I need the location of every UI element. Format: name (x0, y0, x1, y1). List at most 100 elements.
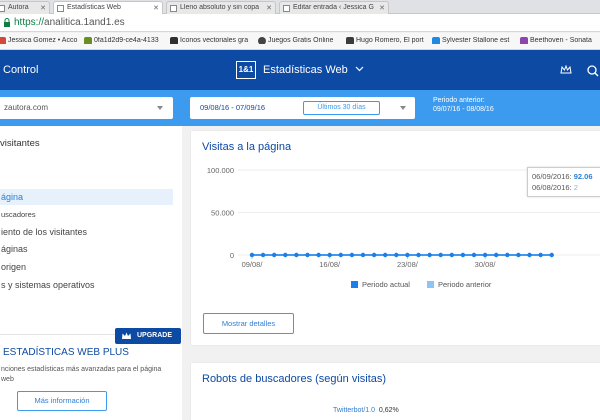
browser-tab-editar[interactable]: Editar entrada ‹ Jessica G ✕ (279, 1, 389, 14)
tab-label: Autora (8, 4, 29, 11)
search-icon[interactable] (587, 65, 599, 77)
data-point (305, 252, 310, 258)
data-point (260, 252, 266, 258)
browser-tab-strip: Autora ✕ Estadísticas Web ✕ Lleno absolu… (0, 0, 600, 15)
show-details-button[interactable]: Mostrar detalles (203, 313, 294, 334)
y-tick-label: 0 (230, 251, 234, 260)
bookmark-label: Hugo Romero, El port (356, 37, 424, 44)
page-favicon-icon (57, 5, 64, 12)
app-title[interactable]: Estadísticas Web (263, 64, 348, 76)
tooltip-line-previous: 06/08/2016: 2 (532, 182, 600, 193)
tooltip-date: 06/08/2016: (532, 183, 572, 192)
bookmark-item[interactable]: Sylvester Stallone est (432, 37, 514, 44)
sidebar-item-comportamiento[interactable]: iento de los visitantes (0, 224, 173, 240)
data-point (283, 252, 288, 258)
more-info-button[interactable]: Más información (17, 391, 107, 411)
tab-label: Lleno absoluto y sin copa (180, 4, 259, 11)
bookmark-item[interactable]: 0fa1d2d9-ce4a-4133 (84, 37, 164, 44)
robots-card-title: Robots de buscadores (según visitas) (202, 373, 387, 385)
legend-swatch (427, 281, 434, 288)
filter-bar: zautora.com 09/08/16 - 07/09/16 Últimos … (0, 90, 600, 126)
data-point (460, 252, 466, 258)
bookmark-label: Iconos vectoriales gra (180, 37, 249, 44)
bookmark-icon (258, 37, 266, 44)
caret-down-icon (157, 106, 163, 110)
data-point (449, 252, 454, 258)
data-point (360, 252, 366, 258)
sidebar: visitantes ágina uscadores iento de los … (0, 126, 182, 420)
sidebar-item-buscadores[interactable]: uscadores (0, 207, 173, 223)
data-point (416, 252, 421, 258)
data-point (294, 252, 299, 258)
bookmark-icon (432, 37, 440, 44)
data-point (538, 252, 543, 258)
close-tab-icon[interactable]: ✕ (153, 4, 159, 12)
legend-label: Periodo actual (362, 280, 410, 289)
sidebar-item-navegadores[interactable]: s y sistemas operativos (0, 277, 173, 293)
data-point (327, 252, 332, 258)
sidebar-item-paginas[interactable]: áginas (0, 241, 173, 257)
plus-description: nciones estadísticas más avanzadas para … (1, 366, 162, 383)
y-tick-label: 100.000 (207, 166, 234, 175)
app-header: Control 1&1 Estadísticas Web (0, 50, 600, 90)
bookmark-icon (346, 37, 354, 44)
sidebar-item-pagina[interactable]: ágina (0, 189, 173, 205)
y-tick-label: 50.000 (211, 209, 234, 218)
domain-select[interactable]: zautora.com (0, 97, 173, 119)
bookmark-item[interactable]: Iconos vectoriales gra (170, 37, 252, 44)
visits-card-title: Visitas a la página (202, 141, 292, 153)
close-tab-icon[interactable]: ✕ (266, 4, 272, 12)
bookmarks-bar: Jessica Gomez • Acco 0fa1d2d9-ce4a-4133 … (0, 33, 600, 50)
chevron-down-icon[interactable] (355, 66, 364, 72)
tooltip-line-current: 06/09/2016: 92.06 (532, 171, 600, 182)
robots-card: Robots de buscadores (según visitas) Twi… (191, 363, 600, 420)
robot-name[interactable]: Twitterbot/1.0 (333, 407, 375, 414)
data-point (549, 252, 554, 258)
bookmark-item[interactable]: Hugo Romero, El port (346, 37, 426, 44)
browser-tab-estadisticas[interactable]: Estadísticas Web ✕ (53, 1, 163, 15)
tooltip-date: 06/09/2016: (532, 172, 572, 181)
data-point (438, 252, 443, 258)
legend-label: Periodo anterior (438, 280, 492, 289)
data-point (272, 252, 277, 258)
data-point (427, 252, 432, 258)
plus-title: ESTADÍSTICAS WEB PLUS (3, 347, 129, 358)
x-tick-label: 23/08/ (397, 260, 419, 269)
url-protocol: https:// (14, 17, 45, 28)
data-point (505, 252, 510, 258)
data-point (394, 252, 399, 258)
address-bar[interactable]: https://analitica.1and1.es (0, 14, 600, 32)
upgrade-card: UPGRADE ESTADÍSTICAS WEB PLUS nciones es… (0, 328, 182, 420)
previous-period-range: 09/07/16 - 08/08/16 (433, 106, 494, 113)
date-range-select[interactable]: 09/08/16 - 07/09/16 Últimos 30 días (190, 97, 415, 119)
control-link[interactable]: Control (3, 64, 38, 76)
caret-down-icon (400, 106, 406, 110)
close-tab-icon[interactable]: ✕ (40, 4, 46, 12)
preset-range-button[interactable]: Últimos 30 días (303, 101, 380, 115)
browser-tab-lleno[interactable]: Lleno absoluto y sin copa ✕ (166, 1, 276, 14)
data-point (349, 252, 355, 258)
data-point (494, 252, 499, 258)
close-tab-icon[interactable]: ✕ (379, 4, 385, 12)
browser-tab-autora[interactable]: Autora ✕ (0, 1, 50, 14)
bookmark-icon (84, 37, 92, 44)
bookmark-label: Beethoven - Sonata (530, 37, 592, 44)
sidebar-item-origen[interactable]: origen (0, 259, 173, 275)
bookmark-icon (520, 37, 528, 44)
data-point (527, 252, 532, 258)
chart-tooltip: 06/09/2016: 92.06 06/08/2016: 2 (527, 167, 600, 197)
bookmark-item[interactable]: Juegos Gratis Online (258, 37, 340, 44)
previous-period-label: Periodo anterior: (433, 97, 485, 104)
bookmark-item[interactable]: Jessica Gomez • Acco (0, 37, 80, 44)
url-text[interactable]: https://analitica.1and1.es (14, 17, 125, 28)
upgrade-badge[interactable]: UPGRADE (115, 328, 181, 344)
bookmark-label: 0fa1d2d9-ce4a-4133 (94, 37, 159, 44)
crown-icon[interactable] (560, 65, 572, 75)
bookmark-item[interactable]: Beethoven - Sonata (520, 37, 600, 44)
brand-logo: 1&1 (236, 61, 256, 79)
domain-value: zautora.com (4, 103, 49, 112)
lock-icon (4, 18, 10, 27)
upgrade-badge-label: UPGRADE (137, 332, 173, 339)
tab-label: Estadísticas Web (67, 4, 121, 11)
previous-period: Periodo anterior: 09/07/16 - 08/08/16 (433, 96, 494, 114)
